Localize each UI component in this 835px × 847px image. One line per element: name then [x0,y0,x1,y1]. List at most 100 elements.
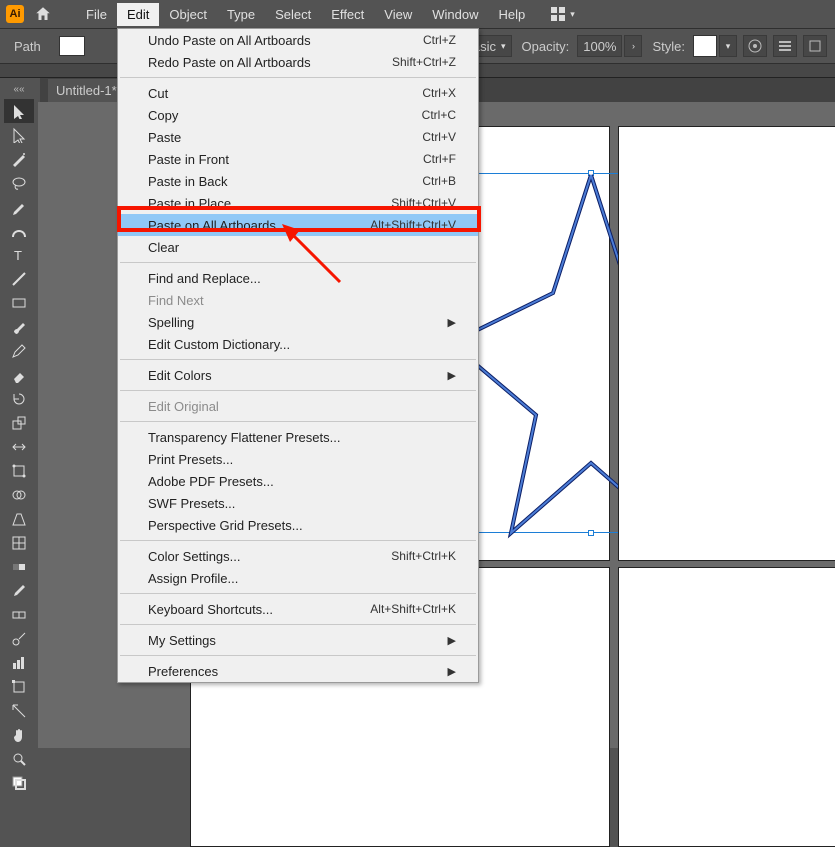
tool-eyedropper[interactable] [4,579,34,603]
gradient-icon [11,559,27,575]
eraser-icon [11,367,27,383]
menu-separator [120,540,476,541]
menuitem-redo-paste-on-all-artboards[interactable]: Redo Paste on All ArtboardsShift+Ctrl+Z [118,51,478,73]
artboard-icon [11,679,27,695]
menuitem-copy[interactable]: CopyCtrl+C [118,104,478,126]
tool-eraser[interactable] [4,363,34,387]
menuitem-paste[interactable]: PasteCtrl+V [118,126,478,148]
tool-scale[interactable] [4,411,34,435]
tool-pencil[interactable] [4,339,34,363]
tool-blend[interactable] [4,603,34,627]
menuitem-print-presets[interactable]: Print Presets... [118,448,478,470]
tool-line[interactable] [4,267,34,291]
tool-perspective[interactable] [4,507,34,531]
eyedropper-icon [11,583,27,599]
menuitem-paste-in-front[interactable]: Paste in FrontCtrl+F [118,148,478,170]
column-graph-icon [11,655,27,671]
menu-edit[interactable]: Edit [117,3,159,26]
tool-lasso[interactable] [4,171,34,195]
menuitem-keyboard-shortcuts[interactable]: Keyboard Shortcuts...Alt+Shift+Ctrl+K [118,598,478,620]
direct-selection-icon [11,127,27,143]
fill-swatch[interactable] [59,36,85,56]
menuitem-paste-on-all-artboards[interactable]: Paste on All ArtboardsAlt+Shift+Ctrl+V [118,214,478,236]
menu-select[interactable]: Select [265,3,321,26]
menuitem-clear[interactable]: Clear [118,236,478,258]
submenu-arrow-icon: ▶ [448,665,456,678]
scale-icon [11,415,27,431]
menu-file[interactable]: File [76,3,117,26]
tool-panel: «« T [0,78,38,748]
pen-icon [11,199,27,215]
tool-curvature[interactable] [4,219,34,243]
menuitem-my-settings[interactable]: My Settings▶ [118,629,478,651]
tool-slice[interactable] [4,699,34,723]
tool-column-graph[interactable] [4,651,34,675]
zoom-icon [11,751,27,767]
align-button[interactable] [773,35,797,57]
menuitem-preferences[interactable]: Preferences▶ [118,660,478,682]
tool-selection[interactable] [4,99,34,123]
tool-free-transform[interactable] [4,459,34,483]
curvature-icon [11,223,27,239]
submenu-arrow-icon: ▶ [448,369,456,382]
fill-stroke-icon [11,775,27,791]
menuitem-spelling[interactable]: Spelling▶ [118,311,478,333]
menuitem-swf-presets[interactable]: SWF Presets... [118,492,478,514]
selection-type-label: Path [14,39,41,54]
workspace-switcher-icon[interactable] [551,7,565,21]
menuitem-paste-in-place[interactable]: Paste in PlaceShift+Ctrl+V [118,192,478,214]
transform-button[interactable] [803,35,827,57]
tool-fill-stroke[interactable] [4,771,34,795]
menuitem-assign-profile[interactable]: Assign Profile... [118,567,478,589]
menu-object[interactable]: Object [159,3,217,26]
tool-gradient[interactable] [4,555,34,579]
tool-panel-grip[interactable]: «« [4,84,34,95]
menuitem-find-and-replace[interactable]: Find and Replace... [118,267,478,289]
menu-help[interactable]: Help [488,3,535,26]
tool-artboard[interactable] [4,675,34,699]
recolor-button[interactable] [743,35,767,57]
width-icon [11,439,27,455]
tool-zoom[interactable] [4,747,34,771]
free-transform-icon [11,463,27,479]
tool-direct-selection[interactable] [4,123,34,147]
menuitem-paste-in-back[interactable]: Paste in BackCtrl+B [118,170,478,192]
tool-shape-builder[interactable] [4,483,34,507]
menu-type[interactable]: Type [217,3,265,26]
tool-type[interactable]: T [4,243,34,267]
opacity-label: Opacity: [522,39,570,54]
opacity-stepper[interactable]: › [624,35,642,57]
menuitem-color-settings[interactable]: Color Settings...Shift+Ctrl+K [118,545,478,567]
tool-paintbrush[interactable] [4,315,34,339]
menuitem-cut[interactable]: CutCtrl+X [118,82,478,104]
style-swatch[interactable] [693,35,717,57]
menuitem-edit-custom-dictionary[interactable]: Edit Custom Dictionary... [118,333,478,355]
artboard-2[interactable] [618,126,835,561]
style-label: Style: [652,39,685,54]
tool-rectangle[interactable] [4,291,34,315]
artboard-4[interactable] [618,567,835,847]
menuitem-adobe-pdf-presets[interactable]: Adobe PDF Presets... [118,470,478,492]
tool-rotate[interactable] [4,387,34,411]
menuitem-edit-colors[interactable]: Edit Colors▶ [118,364,478,386]
menu-effect[interactable]: Effect [321,3,374,26]
menuitem-edit-original: Edit Original [118,395,478,417]
menu-view[interactable]: View [374,3,422,26]
tool-magic-wand[interactable] [4,147,34,171]
opacity-input[interactable]: 100% [577,35,622,57]
home-icon[interactable] [34,5,52,23]
style-caret[interactable]: ▾ [719,35,737,57]
menu-window[interactable]: Window [422,3,488,26]
tool-width[interactable] [4,435,34,459]
workspace-caret-icon[interactable]: ▾ [570,9,575,20]
tool-symbol-sprayer[interactable] [4,627,34,651]
menu-separator [120,624,476,625]
tool-hand[interactable] [4,723,34,747]
menuitem-perspective-grid-presets[interactable]: Perspective Grid Presets... [118,514,478,536]
magic-wand-icon [11,151,27,167]
tool-pen[interactable] [4,195,34,219]
menuitem-transparency-flattener-presets[interactable]: Transparency Flattener Presets... [118,426,478,448]
menuitem-undo-paste-on-all-artboards[interactable]: Undo Paste on All ArtboardsCtrl+Z [118,29,478,51]
symbol-sprayer-icon [11,631,27,647]
tool-mesh[interactable] [4,531,34,555]
